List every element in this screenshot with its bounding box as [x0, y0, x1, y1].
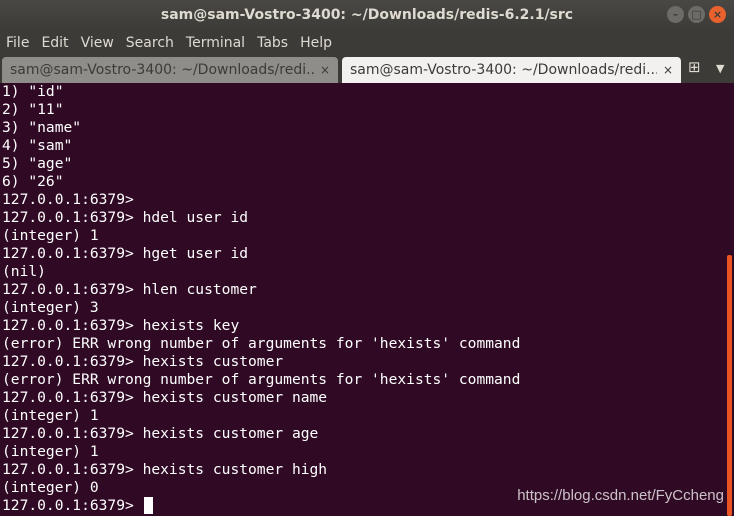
terminal-line: 127.0.0.1:6379> hexists customer — [2, 353, 284, 370]
terminal-line: 127.0.0.1:6379> hlen customer — [2, 281, 257, 298]
terminal-line: 127.0.0.1:6379> hdel user id — [2, 209, 249, 226]
menu-file[interactable]: File — [0, 35, 35, 51]
menu-tabs[interactable]: Tabs — [251, 35, 294, 51]
terminal-line: (error) ERR wrong number of arguments fo… — [2, 371, 521, 388]
menu-edit[interactable]: Edit — [35, 35, 74, 51]
terminal-line: 127.0.0.1:6379> hexists customer name — [2, 389, 328, 406]
terminal-line: 4) "sam" — [2, 137, 73, 154]
terminal-line: 3) "name" — [2, 119, 82, 136]
terminal-line: 5) "age" — [2, 155, 73, 172]
terminal-scrollbar[interactable] — [727, 255, 732, 516]
tab-label: sam@sam-Vostro-3400: ~/Downloads/redi... — [350, 62, 657, 78]
terminal-line: 127.0.0.1:6379> — [2, 191, 134, 208]
menu-terminal[interactable]: Terminal — [180, 35, 251, 51]
tab-label: sam@sam-Vostro-3400: ~/Downloads/redi... — [10, 62, 314, 78]
terminal-line: (integer) 1 — [2, 227, 99, 244]
minimize-icon[interactable]: – — [667, 6, 684, 23]
terminal-output[interactable]: 1) "id" 2) "11" 3) "name" 4) "sam" 5) "a… — [2, 83, 726, 516]
window-controls: – □ × — [667, 6, 726, 23]
tab-close-icon[interactable]: × — [663, 63, 673, 77]
terminal-line: 1) "id" — [2, 83, 64, 100]
menu-search[interactable]: Search — [120, 35, 180, 51]
watermark: https://blog.csdn.net/FyCcheng — [517, 487, 724, 504]
terminal-line: (error) ERR wrong number of arguments fo… — [2, 335, 521, 352]
terminal-line: 2) "11" — [2, 101, 64, 118]
tab-terminal-2[interactable]: sam@sam-Vostro-3400: ~/Downloads/redi...… — [342, 57, 681, 83]
terminal-line: (integer) 1 — [2, 407, 99, 424]
tab-bar: sam@sam-Vostro-3400: ~/Downloads/redi...… — [0, 55, 734, 83]
menubar: File Edit View Search Terminal Tabs Help — [0, 30, 734, 55]
close-icon[interactable]: × — [709, 6, 726, 23]
terminal-line: (integer) 1 — [2, 443, 99, 460]
tab-terminal-1[interactable]: sam@sam-Vostro-3400: ~/Downloads/redi...… — [2, 57, 338, 83]
terminal-line: 127.0.0.1:6379> hexists key — [2, 317, 240, 334]
window-titlebar: sam@sam-Vostro-3400: ~/Downloads/redis-6… — [0, 0, 734, 30]
terminal-line: 127.0.0.1:6379> hget user id — [2, 245, 249, 262]
terminal-cursor — [143, 497, 153, 514]
menu-help[interactable]: Help — [294, 35, 338, 51]
tab-close-icon[interactable]: × — [320, 63, 330, 77]
terminal-prompt: 127.0.0.1:6379> — [2, 497, 143, 514]
tab-menu-chevron-down-icon[interactable]: ▼ — [716, 62, 724, 75]
terminal-line: 6) "26" — [2, 173, 64, 190]
menu-view[interactable]: View — [75, 35, 120, 51]
new-tab-icon[interactable]: ⊞ — [688, 58, 701, 76]
window-title: sam@sam-Vostro-3400: ~/Downloads/redis-6… — [160, 7, 574, 23]
terminal-line: 127.0.0.1:6379> hexists customer high — [2, 461, 328, 478]
terminal-line: 127.0.0.1:6379> hexists customer age — [2, 425, 319, 442]
maximize-icon[interactable]: □ — [688, 6, 705, 23]
terminal-line: (integer) 3 — [2, 299, 99, 316]
terminal-line: (nil) — [2, 263, 46, 280]
